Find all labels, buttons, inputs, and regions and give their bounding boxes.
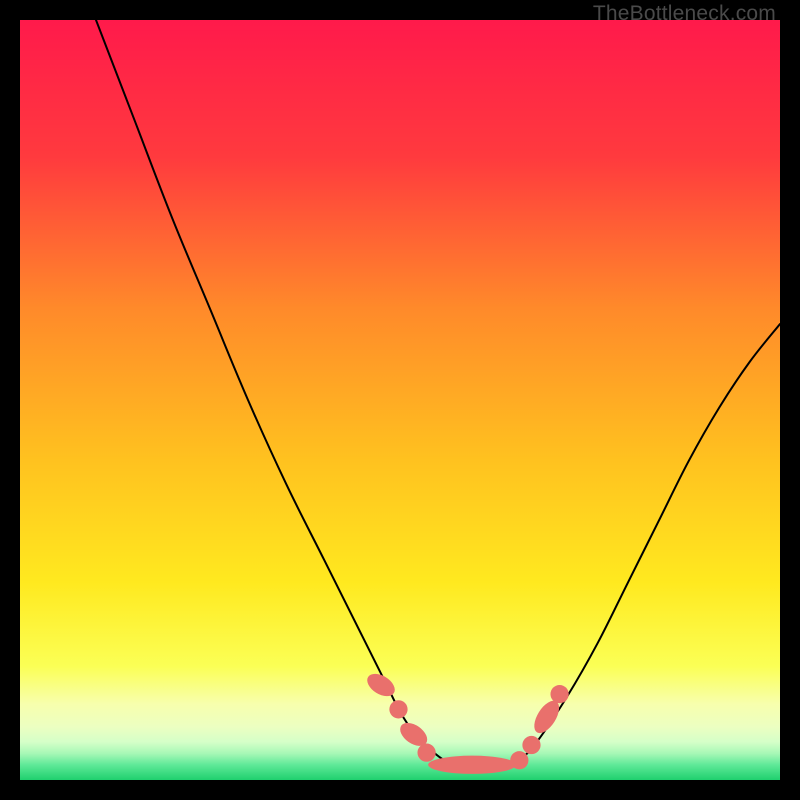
marker-3 bbox=[417, 744, 435, 762]
marker-1 bbox=[389, 700, 407, 718]
data-markers bbox=[363, 669, 568, 774]
marker-4 bbox=[428, 756, 516, 774]
chart-svg bbox=[20, 20, 780, 780]
watermark-text: TheBottleneck.com bbox=[593, 2, 776, 26]
chart-frame bbox=[20, 20, 780, 780]
marker-5 bbox=[510, 751, 528, 769]
marker-8 bbox=[550, 685, 568, 703]
curve-bottleneck-curve-left bbox=[96, 20, 461, 765]
bottleneck-curves bbox=[96, 20, 780, 765]
curve-bottleneck-curve-right bbox=[461, 324, 780, 765]
marker-6 bbox=[522, 736, 540, 754]
